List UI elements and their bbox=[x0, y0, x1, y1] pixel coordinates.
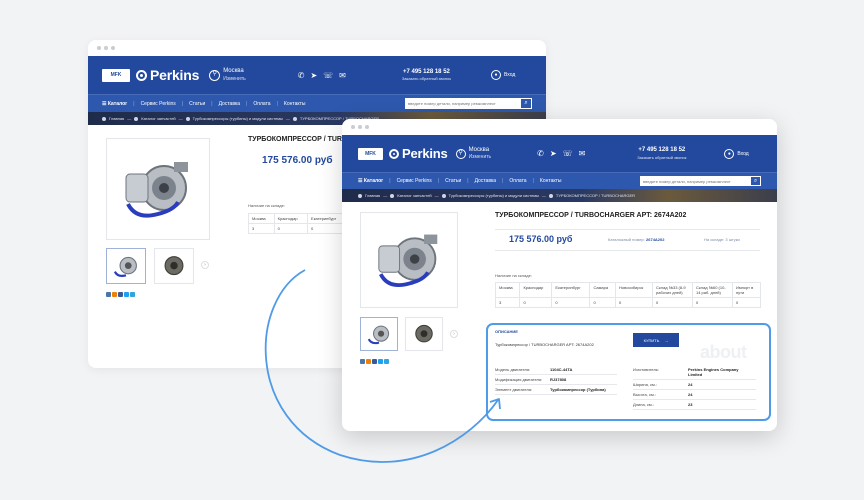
flow-arrow bbox=[264, 269, 501, 463]
canvas: MFK Perkins ⚲ Москва Изменить ✆ ➤ ☏ ✉ +7 … bbox=[0, 0, 864, 500]
